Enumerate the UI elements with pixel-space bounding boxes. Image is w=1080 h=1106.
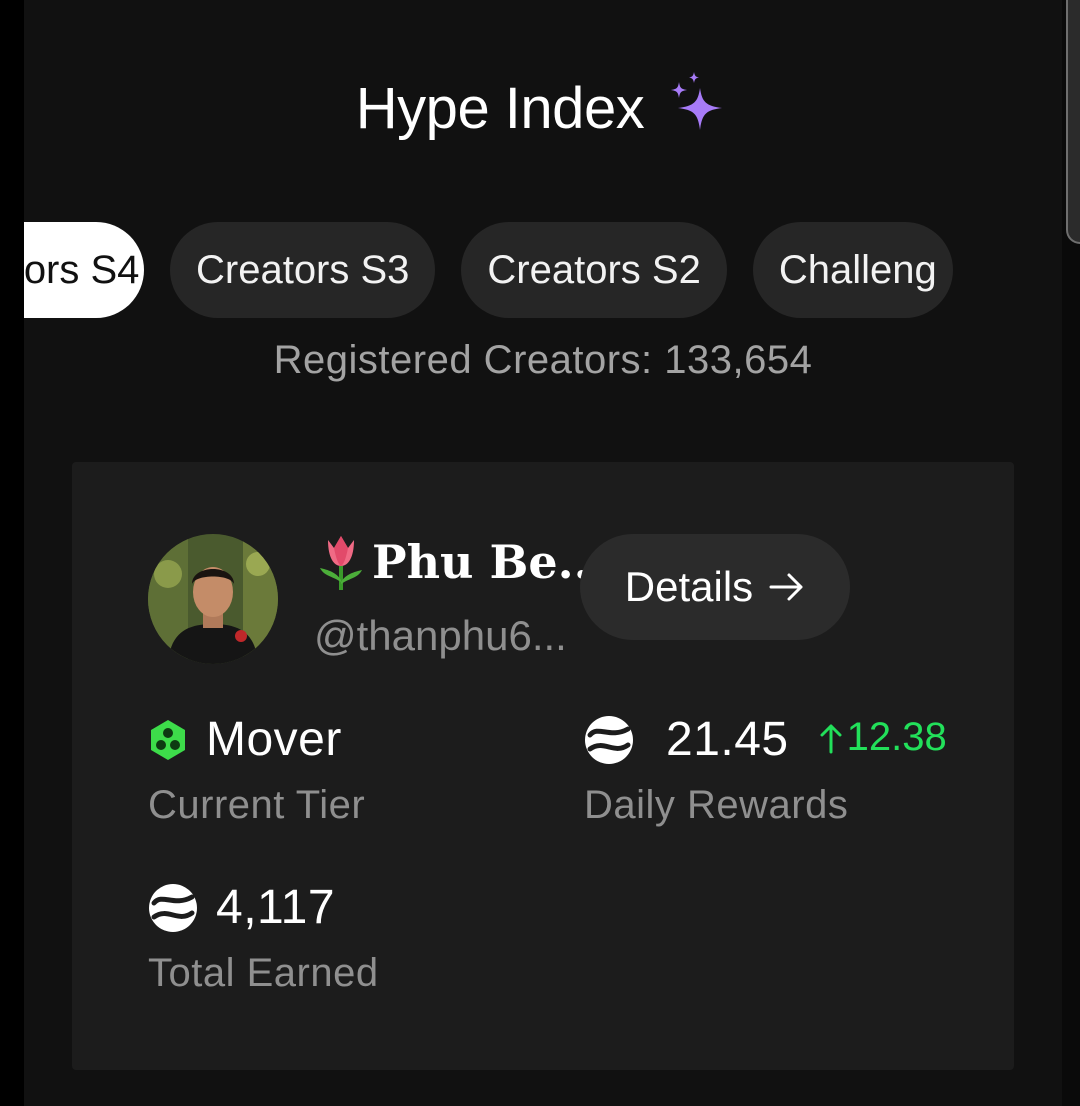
daily-rewards-change-value: 12.38: [846, 715, 947, 759]
creator-name-row: Phu Be...: [316, 532, 606, 592]
page-title: Hype Index: [355, 75, 645, 141]
total-earned-value: 4,117: [216, 881, 336, 934]
avatar[interactable]: [148, 534, 278, 664]
current-tier-stat: Mover Current Tier: [148, 712, 365, 828]
creator-card: Phu Be... @thanphu6... Details Mover Cur…: [72, 462, 1014, 1070]
coin-icon: [149, 883, 197, 932]
arrow-right-icon: [769, 573, 803, 601]
daily-rewards-value: 21.45: [666, 713, 789, 766]
arrow-up-icon: [820, 724, 842, 753]
season-tabs: Creators S4 Creators S3 Creators S2 Chal…: [24, 222, 953, 318]
sparkles-icon: [671, 72, 723, 130]
daily-rewards-change: 12.38: [819, 715, 947, 760]
tab-creators-s4[interactable]: Creators S4: [24, 222, 144, 318]
hexagon-gem-icon: [151, 719, 185, 760]
tier-value: Mover: [206, 713, 342, 766]
tulip-icon: [320, 536, 362, 590]
app-panel: Hype Index Creators S4 Creators S3 Creat…: [24, 0, 1062, 1106]
daily-rewards-stat: 21.45 12.38 Daily Rewards: [584, 712, 947, 828]
creator-name: Phu Be...: [372, 535, 606, 589]
tab-creators-s3[interactable]: Creators S3: [170, 222, 436, 318]
details-button[interactable]: Details: [580, 534, 850, 640]
tab-label: Creators S2: [487, 247, 701, 292]
tab-challenges[interactable]: Challeng: [752, 222, 953, 318]
header: Hype Index: [24, 58, 1062, 158]
coin-icon: [585, 715, 633, 764]
tab-label: Creators S3: [196, 247, 410, 292]
total-earned-label: Total Earned: [148, 951, 379, 995]
tab-label: Challeng: [778, 247, 937, 292]
daily-rewards-label: Daily Rewards: [584, 783, 849, 827]
details-label: Details: [624, 563, 754, 610]
tab-label: Creators S4: [24, 247, 140, 292]
side-handle[interactable]: [1066, 0, 1080, 244]
avatar-photo: [148, 534, 278, 664]
screen: Hype Index Creators S4 Creators S3 Creat…: [0, 0, 1080, 1106]
creator-handle: @thanphu6...: [314, 612, 567, 659]
right-edge: [1062, 0, 1080, 1106]
total-earned-stat: 4,117 Total Earned: [148, 880, 379, 996]
tier-label: Current Tier: [148, 783, 366, 827]
tab-creators-s2[interactable]: Creators S2: [461, 222, 727, 318]
registered-creators-count: Registered Creators: 133,654: [273, 338, 813, 382]
